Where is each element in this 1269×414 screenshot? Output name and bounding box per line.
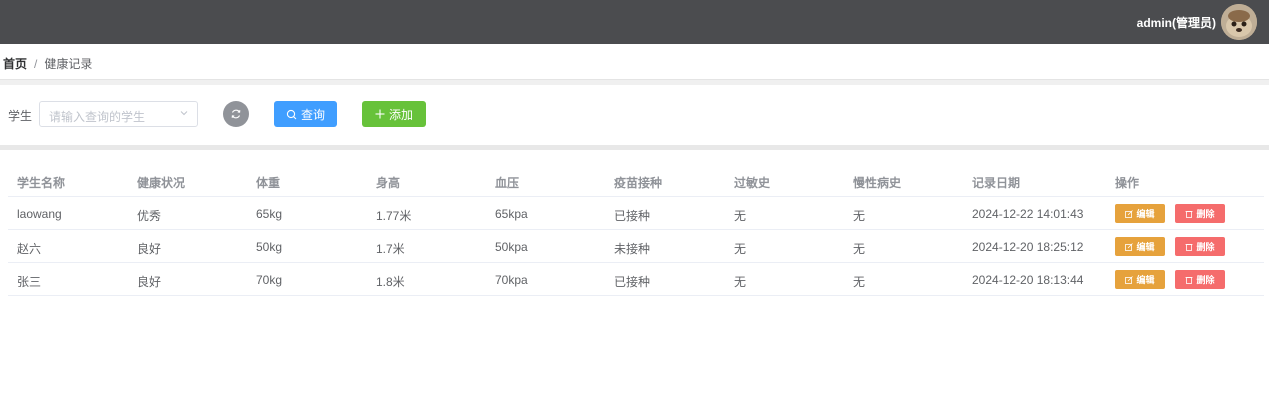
trash-icon [1185,276,1193,284]
query-button[interactable]: 查询 [274,101,337,127]
cell-height: 1.8米 [376,275,405,289]
delete-button[interactable]: 删除 [1175,204,1225,223]
breadcrumb-home[interactable]: 首页 [3,57,27,71]
refresh-icon [231,109,241,119]
header-student-name: 学生名称 [17,176,66,190]
cell-blood-pressure: 50kpa [495,240,528,254]
table-row: laowang 优秀 65kg 1.77米 65kpa 已接种 无 无 2024… [8,197,1264,230]
header-allergy-history: 过敏史 [734,176,771,190]
cell-student-name: laowang [17,207,62,221]
add-button-label: 添加 [388,107,413,122]
edit-button-label: 编辑 [1136,242,1155,252]
cell-chronic-history: 无 [853,242,866,256]
edit-button-label: 编辑 [1136,209,1155,219]
header-vaccination: 疫苗接种 [614,176,663,190]
table-header: 学生名称 健康状况 体重 身高 血压 疫苗接种 过敏史 慢性病史 记录日期 操作 [8,164,1264,197]
cell-health-status: 良好 [137,242,162,256]
header-chronic-history: 慢性病史 [853,176,902,190]
delete-button-label: 删除 [1196,242,1215,252]
cell-student-name: 张三 [17,275,42,289]
edit-button[interactable]: 编辑 [1115,204,1165,223]
edit-icon [1125,275,1134,284]
cell-vaccination: 已接种 [614,275,651,289]
cell-record-date: 2024-12-20 18:13:44 [972,273,1084,287]
table-row: 张三 良好 70kg 1.8米 70kpa 已接种 无 无 2024-12-20… [8,263,1264,296]
cell-allergy-history: 无 [734,275,747,289]
student-label: 学生 [8,109,33,123]
avatar[interactable] [1221,4,1257,40]
plus-icon [375,109,385,119]
cell-allergy-history: 无 [734,242,747,256]
header-height: 身高 [376,176,401,190]
cell-record-date: 2024-12-20 18:25:12 [972,240,1084,254]
cell-record-date: 2024-12-22 14:01:43 [972,207,1084,221]
header-health-status: 健康状况 [137,176,186,190]
cell-vaccination: 未接种 [614,242,651,256]
search-icon [286,109,297,119]
cell-allergy-history: 无 [734,209,747,223]
breadcrumb-separator: / [34,57,38,71]
cell-weight: 70kg [256,273,283,287]
edit-button[interactable]: 编辑 [1115,237,1165,256]
trash-icon [1185,243,1193,251]
student-select[interactable]: 请输入查询的学生 [39,101,198,127]
header-weight: 体重 [256,176,281,190]
cell-chronic-history: 无 [853,275,866,289]
table-row: 赵六 良好 50kg 1.7米 50kpa 未接种 无 无 2024-12-20… [8,230,1264,263]
cell-height: 1.7米 [376,242,405,256]
student-select-placeholder: 请输入查询的学生 [49,110,146,124]
chevron-down-icon [180,111,188,116]
refresh-button[interactable] [223,101,249,127]
add-button[interactable]: 添加 [362,101,426,127]
breadcrumb-current: 健康记录 [44,57,93,71]
delete-button[interactable]: 删除 [1175,270,1225,289]
cell-vaccination: 已接种 [614,209,651,223]
query-button-label: 查询 [300,107,325,122]
cell-blood-pressure: 65kpa [495,207,528,221]
delete-button[interactable]: 删除 [1175,237,1225,256]
header-blood-pressure: 血压 [495,176,520,190]
edit-button[interactable]: 编辑 [1115,270,1165,289]
cell-weight: 65kg [256,207,283,221]
cell-chronic-history: 无 [853,209,866,223]
user-name[interactable]: admin(管理员) [1137,14,1216,31]
cell-health-status: 良好 [137,275,162,289]
top-bar: admin(管理员) [0,0,1269,44]
divider [0,79,1269,85]
cell-health-status: 优秀 [137,209,162,223]
health-record-table: 学生名称 健康状况 体重 身高 血压 疫苗接种 过敏史 慢性病史 记录日期 操作… [8,164,1264,296]
breadcrumb: 首页 / 健康记录 [3,55,92,72]
edit-icon [1125,242,1134,251]
delete-button-label: 删除 [1196,275,1215,285]
cell-weight: 50kg [256,240,283,254]
edit-button-label: 编辑 [1136,275,1155,285]
cell-student-name: 赵六 [17,242,42,256]
divider [0,145,1269,150]
trash-icon [1185,210,1193,218]
edit-icon [1125,209,1134,218]
cell-blood-pressure: 70kpa [495,273,528,287]
header-record-date: 记录日期 [972,176,1021,190]
header-actions: 操作 [1115,176,1140,190]
delete-button-label: 删除 [1196,209,1215,219]
cell-height: 1.77米 [376,209,412,223]
